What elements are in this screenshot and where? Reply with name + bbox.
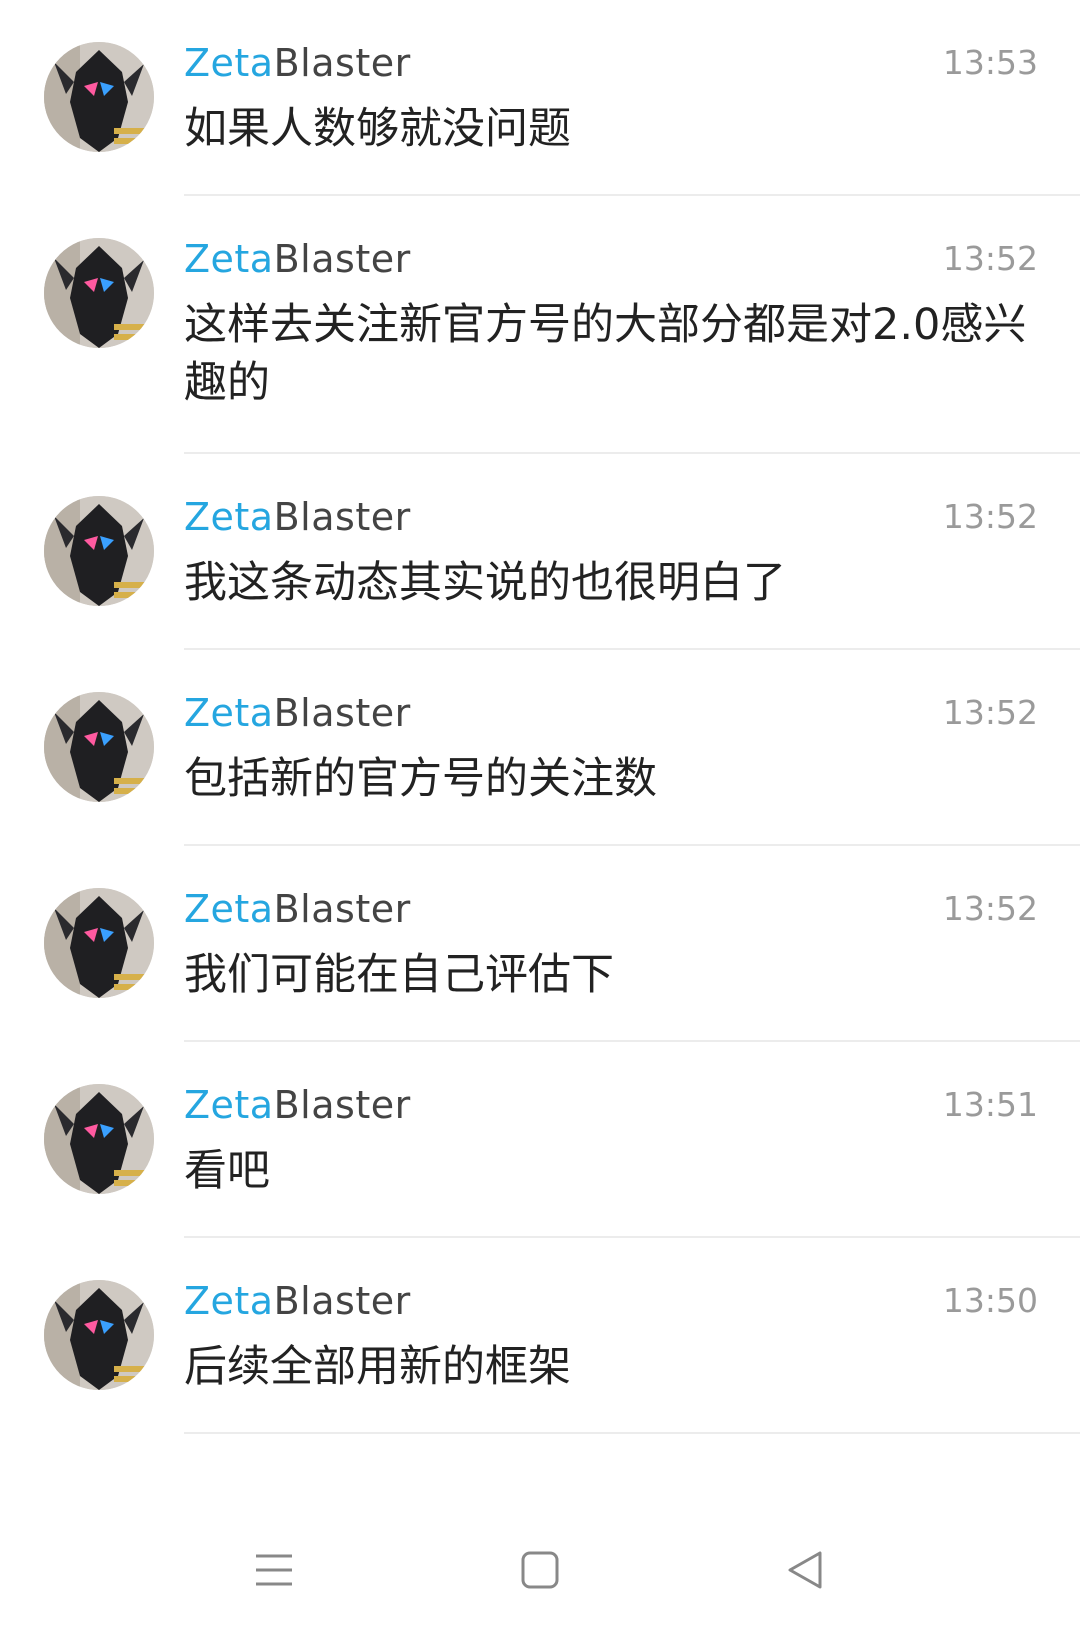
message-item[interactable]: ZetaBlaster 13:50 后续全部用新的框架 (0, 1238, 1080, 1434)
avatar[interactable] (44, 496, 154, 606)
home-button[interactable] (500, 1530, 580, 1610)
message-time: 13:52 (942, 239, 1038, 278)
sender-name[interactable]: ZetaBlaster (184, 688, 411, 738)
sender-name[interactable]: ZetaBlaster (184, 234, 411, 284)
message-time: 13:52 (942, 497, 1038, 536)
avatar[interactable] (44, 692, 154, 802)
message-time: 13:52 (942, 889, 1038, 928)
message-item[interactable]: ZetaBlaster 13:52 我们可能在自己评估下 (0, 846, 1080, 1042)
home-square-icon (521, 1551, 559, 1589)
sender-name[interactable]: ZetaBlaster (184, 38, 411, 88)
avatar-image-icon (44, 42, 154, 152)
message-text: 包括新的官方号的关注数 (184, 754, 657, 804)
menu-icon (256, 1554, 292, 1586)
message-item[interactable]: ZetaBlaster 13:53 如果人数够就没问题 (0, 0, 1080, 196)
back-triangle-icon (788, 1551, 822, 1589)
avatar-image-icon (44, 888, 154, 998)
menu-button[interactable] (234, 1530, 314, 1610)
avatar[interactable] (44, 238, 154, 348)
sender-name[interactable]: ZetaBlaster (184, 884, 411, 934)
avatar-image-icon (44, 1280, 154, 1390)
avatar[interactable] (44, 1084, 154, 1194)
avatar[interactable] (44, 888, 154, 998)
divider (184, 1432, 1080, 1434)
message-text: 我们可能在自己评估下 (184, 950, 614, 1000)
message-text: 看吧 (184, 1146, 270, 1196)
avatar[interactable] (44, 42, 154, 152)
message-item[interactable]: ZetaBlaster 13:51 看吧 (0, 1042, 1080, 1238)
message-list: ZetaBlaster 13:53 如果人数够就没问题 ZetaBlaster … (0, 0, 1080, 1434)
message-time: 13:51 (942, 1085, 1038, 1124)
message-text: 后续全部用新的框架 (184, 1342, 571, 1392)
message-item[interactable]: ZetaBlaster 13:52 包括新的官方号的关注数 (0, 650, 1080, 846)
system-navigation-bar (0, 1510, 1080, 1636)
avatar-image-icon (44, 238, 154, 348)
message-text: 这样去关注新官方号的大部分都是对2.0感兴趣的 (184, 300, 1027, 408)
avatar-image-icon (44, 1084, 154, 1194)
message-time: 13:52 (942, 693, 1038, 732)
message-text: 如果人数够就没问题 (184, 104, 571, 154)
message-item[interactable]: ZetaBlaster 13:52 这样去关注新官方号的大部分都是对2.0感兴趣… (0, 196, 1080, 454)
back-button[interactable] (766, 1530, 846, 1610)
avatar-image-icon (44, 692, 154, 802)
message-text: 我这条动态其实说的也很明白了 (184, 558, 786, 608)
avatar-image-icon (44, 496, 154, 606)
message-item[interactable]: ZetaBlaster 13:52 我这条动态其实说的也很明白了 (0, 454, 1080, 650)
avatar[interactable] (44, 1280, 154, 1390)
message-time: 13:50 (942, 1281, 1038, 1320)
sender-name[interactable]: ZetaBlaster (184, 492, 411, 542)
sender-name[interactable]: ZetaBlaster (184, 1080, 411, 1130)
sender-name[interactable]: ZetaBlaster (184, 1276, 411, 1326)
message-time: 13:53 (942, 43, 1038, 82)
